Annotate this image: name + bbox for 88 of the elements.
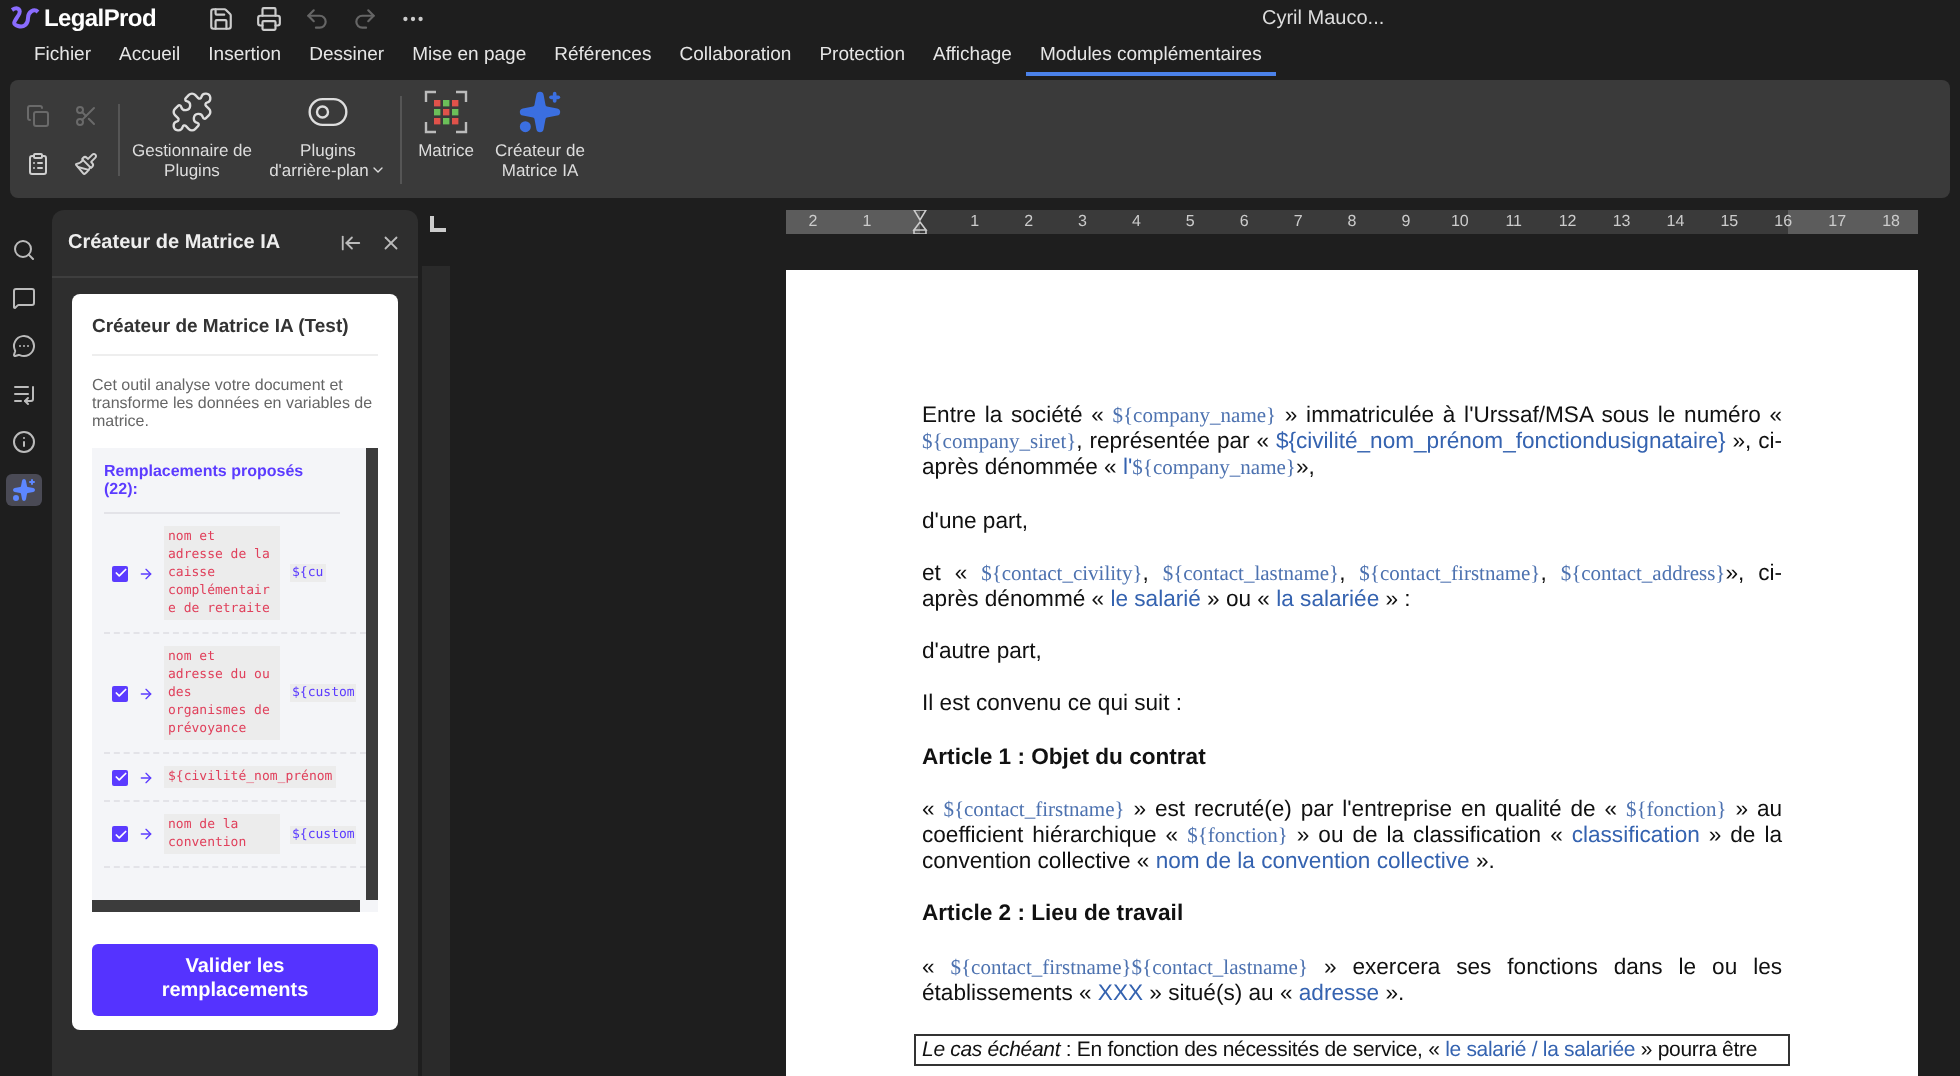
collapse-icon[interactable]: [340, 232, 362, 254]
ribbon-button[interactable]: Plugins d'arrière-plan: [264, 89, 392, 189]
menu-tab[interactable]: Accueil: [105, 40, 195, 76]
document-paragraph: d'autre part,: [922, 640, 1044, 667]
save-button[interactable]: [208, 5, 234, 31]
app-logo: LegalProd: [44, 2, 156, 36]
save-icon: [208, 5, 234, 31]
vertical-scrollbar[interactable]: [366, 448, 378, 901]
ruler-number: 1: [970, 214, 980, 230]
info-icon: [12, 430, 36, 454]
document-paragraph: Le cas échéant : En fonction des nécessités de service, « le salarié / la salariée » pourra être: [914, 1034, 1790, 1067]
paintbrush-button[interactable]: [74, 151, 98, 175]
clipboard-icon: [26, 151, 50, 175]
document-paragraph: « ${contact_firstname}${contact_lastname} » exercera ses fonctions dans le ou les établissements « XXX » situé(s) au « adresse ».: [922, 955, 1782, 1009]
checkbox[interactable]: [112, 769, 128, 786]
ruler-number: 7: [1293, 214, 1303, 230]
menu-tab[interactable]: Protection: [805, 40, 919, 76]
submit-button[interactable]: Valider les remplacements: [92, 944, 378, 1017]
printer-icon: [256, 5, 282, 31]
close-icon[interactable]: [380, 232, 402, 254]
menu-tab[interactable]: Insertion: [194, 40, 296, 76]
comment-icon: [12, 286, 36, 310]
ruler-number: 6: [1239, 214, 1249, 230]
menu-tab[interactable]: Mise en page: [398, 40, 541, 76]
card-title: Créateur de Matrice IA (Test): [92, 314, 378, 357]
sparkles-icon: [12, 478, 36, 502]
menu-tab[interactable]: Références: [540, 40, 666, 76]
scissors-icon: [74, 103, 98, 127]
ruler-number: 2: [1024, 214, 1034, 230]
arrow-icon: [138, 826, 154, 843]
list-icon: [12, 382, 36, 406]
menu-tab[interactable]: Fichier: [20, 40, 106, 76]
puzzle-icon: [170, 89, 214, 133]
ruler-number: 18: [1882, 214, 1900, 230]
checkbox[interactable]: [112, 685, 128, 702]
document-paragraph: « ${contact_firstname} » est recruté(e) par l'entreprise en qualité de « ${fonction} » au coefficient hiérarchique « ${fonction} » ou de la classification « classification » de la convention collective « nom de la convention collective ».: [922, 797, 1782, 877]
menu-tab[interactable]: Dessiner: [295, 40, 399, 76]
document-paragraph: et « ${contact_civility}, ${contact_lastname}, ${contact_firstname}, ${contact_address}», ci-après dénommé « le salarié » ou « la salariée » :: [922, 561, 1782, 615]
ruler-number: 10: [1450, 214, 1469, 230]
checkbox[interactable]: [112, 826, 128, 843]
chat-icon: [12, 334, 36, 358]
search-icon: [12, 238, 36, 262]
ruler-number: 5: [1185, 214, 1195, 230]
tab-stop-icon[interactable]: [430, 216, 446, 232]
article-heading: Article 2 : Lieu de travail: [922, 902, 1186, 930]
menu-tab[interactable]: Affichage: [918, 40, 1026, 76]
indent-marker-icon[interactable]: [912, 210, 929, 234]
ruler-number: 16: [1774, 214, 1793, 230]
list-title: Remplacements proposés (22):: [104, 462, 340, 515]
clipboard-button[interactable]: [26, 151, 50, 175]
ribbon-button[interactable]: Créateur de Matrice IA: [486, 89, 594, 189]
paintbrush-icon: [74, 151, 98, 175]
redo-icon: [352, 5, 378, 31]
ruler-number: 13: [1612, 214, 1631, 230]
arrow-icon: [138, 685, 154, 702]
ruler-number: 2: [808, 214, 818, 230]
document-paragraph: Entre la société « ${company_name} » immatriculée à l'Urssaf/MSA sous le numéro « ${company_siret}, représentée par « ${civilité_nom_prénom_fonctiondusignataire} », ci-après dénommée « l'${company_name}»,: [922, 404, 1782, 484]
ruler-number: 14: [1666, 214, 1685, 230]
ruler-number: 11: [1505, 214, 1523, 230]
document-paragraph: Il est convenu ce qui suit :: [922, 692, 1184, 720]
article-heading: Article 1 : Objet du contrat: [922, 745, 1208, 772]
ruler-number: 9: [1401, 214, 1411, 230]
undo-icon: [304, 5, 330, 31]
ribbon-button[interactable]: Matrice: [406, 89, 486, 189]
sparkles-button[interactable]: [6, 474, 42, 506]
printer-button[interactable]: [256, 5, 282, 31]
description: Cet outil analyse votre document et transforme les données en variables de matrice.: [92, 376, 375, 431]
ruler-number: 8: [1347, 214, 1357, 230]
horizontal-scrollbar[interactable]: [92, 900, 360, 913]
panel-title: Créateur de Matrice IA: [68, 230, 283, 258]
grid-icon: [424, 89, 468, 133]
document-paragraph: d'une part,: [922, 509, 1031, 536]
checkbox[interactable]: [112, 565, 128, 582]
user-name[interactable]: Cyril Mauco...: [1262, 3, 1385, 33]
arrow-icon: [138, 565, 154, 582]
menu-tab[interactable]: Collaboration: [665, 40, 806, 76]
ruler-number: 1: [862, 214, 872, 230]
sparkles-icon: [518, 89, 562, 133]
ruler-number: 17: [1828, 214, 1847, 230]
copy-icon: [26, 103, 50, 127]
ruler-number: 12: [1558, 214, 1577, 230]
ribbon-button[interactable]: Gestionnaire de Plugins: [120, 89, 264, 189]
arrow-icon: [138, 769, 154, 786]
ruler-number: 15: [1720, 214, 1739, 230]
menu-tab[interactable]: Modules complémentaires: [1025, 40, 1276, 76]
ruler-number: 3: [1078, 214, 1087, 230]
logo-icon: [8, 6, 40, 30]
ruler-number: 4: [1131, 214, 1141, 230]
